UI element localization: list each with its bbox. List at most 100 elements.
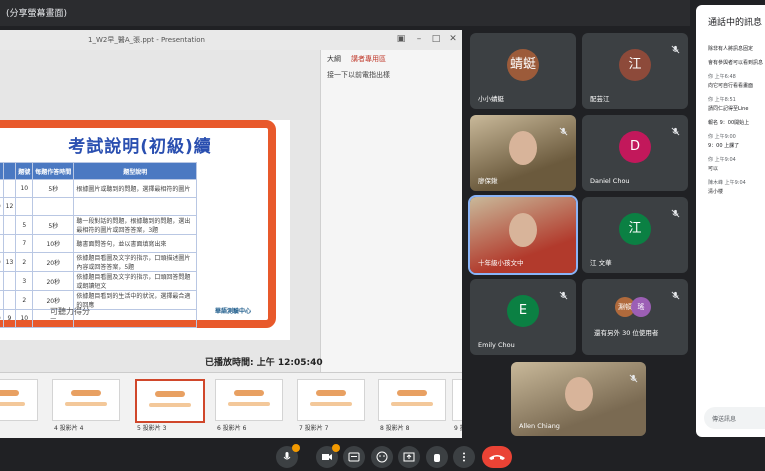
slide-table-cell: 聽一段對話的問題，根據聽到的問題，選出最相符的圖片或回答答案，3題 <box>73 215 198 235</box>
slide-header-cell: 題號 <box>15 162 34 180</box>
thumbnail-graphic <box>71 390 101 396</box>
slide-table-cell: 7 <box>15 234 34 253</box>
minimize-icon[interactable]: – <box>413 33 425 45</box>
participant-avatar: 江 <box>619 213 651 245</box>
slide-thumbnail[interactable] <box>215 379 283 421</box>
participant-tile[interactable]: E Emily Chou <box>470 279 576 355</box>
participant-tile[interactable]: 十年級小孩文中 <box>468 195 578 275</box>
participant-name: 廖保鍬 <box>478 177 498 185</box>
slide-table-cell <box>2 234 17 253</box>
chat-message-header: 你 上午8:51 <box>708 97 736 103</box>
tab-speaker-notes[interactable]: 講者專用區 <box>351 54 386 64</box>
participant-name: 配芸江 <box>590 95 610 103</box>
mic-off-icon <box>559 285 568 300</box>
slide-thumbnail[interactable] <box>52 379 120 421</box>
thumbnail-graphic <box>0 402 25 406</box>
slide-table-cell: 依據題目看到的生活中的狀況，選擇最合適的回應 <box>73 290 198 310</box>
participant-tile[interactable]: 蜻蜓 小小蜻蜓 <box>470 33 576 109</box>
alert-badge <box>292 444 300 452</box>
slide-header-cell <box>2 162 17 180</box>
slide-footer: 可聽力得分 <box>50 307 90 316</box>
slide-thumbnail[interactable] <box>378 379 446 421</box>
participant-avatar: 江 <box>619 49 651 81</box>
chat-message-text: 向它可自行看看畫面 <box>708 83 754 89</box>
slide-table-cell <box>2 179 17 198</box>
thumbnail-graphic <box>310 402 352 406</box>
participant-name: 小小蜻蜓 <box>478 95 504 103</box>
meeting-title-bar: (分享螢幕畫面) <box>0 0 690 26</box>
slide-thumbnail[interactable] <box>135 379 205 423</box>
chat-input[interactable]: 傳送訊息 <box>704 407 765 429</box>
participant-tile[interactable]: D Daniel Chou <box>582 115 688 191</box>
participant-name: 十年級小孩文中 <box>478 259 524 267</box>
participant-tile[interactable]: 淵頓瑤還有另外 30 位使用者 <box>582 279 688 355</box>
more-button[interactable] <box>453 446 475 468</box>
participant-name: 還有另外 30 位使用者 <box>594 329 659 337</box>
slide-table: 題號每題作答時間題型說明105秒根據圖片或聽到的問題，選擇最相符的圖片30125… <box>0 162 198 328</box>
participant-avatar: 瑤 <box>631 297 651 317</box>
slide-table-cell: 10 <box>15 179 34 198</box>
captions-button[interactable] <box>343 446 365 468</box>
emoji-button[interactable] <box>371 446 393 468</box>
chat-message-text: 清小楼 <box>708 189 724 195</box>
slide-table-cell: 5 <box>15 215 34 235</box>
slide-table-cell <box>2 215 17 235</box>
chat-message-text: 會有參與者可以看到訊息 <box>708 60 764 66</box>
current-slide: 考試說明(初級)續 題號 每題作答時間 題型說明 10 5秒 根據圖片或聽到的問題，選擇最… <box>0 120 290 340</box>
slide-thumbnail[interactable] <box>297 379 365 421</box>
participant-tile[interactable]: Allen Chiang <box>511 362 646 436</box>
participant-tile[interactable]: 江配芸江 <box>582 33 688 109</box>
participant-video-figure <box>564 377 593 411</box>
thumbnail-label: 6 投影片 6 <box>217 425 247 432</box>
slide-table-cell <box>73 309 198 328</box>
mic-toggle-button[interactable] <box>276 444 300 468</box>
chat-message-text: 可以 <box>708 166 719 172</box>
slide-thumbnail[interactable] <box>452 379 462 421</box>
camera-toggle-button[interactable] <box>316 444 340 468</box>
chat-message-header: 你 上午9:04 <box>708 157 736 163</box>
slide-table-cell <box>2 290 17 310</box>
mic-off-icon <box>671 285 680 300</box>
thumbnail-graphic <box>397 390 427 396</box>
chat-message-text: 請同仁記得至Line <box>708 106 749 112</box>
slide-table-cell: 3 <box>15 271 34 291</box>
present-button[interactable] <box>398 446 420 468</box>
slide-table-cell: 聽書面問答句，並以書面填寫出來 <box>73 234 198 253</box>
slide-logo: 華語測驗中心 <box>215 308 252 315</box>
chat-message-header: 你 上午6:48 <box>708 74 736 80</box>
chat-title: 通話中的訊息 <box>708 18 763 28</box>
slide-table-cell: 20秒 <box>32 271 75 291</box>
thumbnail-label: 9 投影片 <box>454 425 462 432</box>
thumbnail-graphic <box>155 391 185 397</box>
maximize-icon[interactable]: □ <box>430 33 442 45</box>
slide-table-cell: 10 <box>15 309 34 328</box>
speaker-note-text: 接一下以前電指出樣 <box>327 71 390 79</box>
leave-call-button[interactable] <box>482 446 512 468</box>
thumbnail-label: 8 投影片 8 <box>380 425 410 432</box>
participant-name: Emily Chou <box>478 341 515 349</box>
close-icon[interactable]: ✕ <box>447 33 459 45</box>
notes-panel: 大綱 講者專用區 接一下以前電指出樣 <box>320 50 462 372</box>
restore-icon[interactable]: ▣ <box>395 33 407 45</box>
raise-hand-button[interactable] <box>426 446 448 468</box>
slide-thumbnail[interactable] <box>0 379 38 421</box>
slide-table-cell: 根據圖片或聽到的問題，選擇最相符的圖片 <box>73 179 198 198</box>
participant-tile[interactable]: 江江 文華 <box>582 197 688 273</box>
tab-outline[interactable]: 大綱 <box>327 54 341 64</box>
slide-table-cell: 2 <box>15 290 34 310</box>
slide-table-cell: 5秒 <box>32 179 75 198</box>
thumbnail-label: 4 投影片 4 <box>54 425 84 432</box>
thumbnail-graphic <box>391 402 433 406</box>
slide-table-cell: 20秒 <box>32 252 75 272</box>
slide-table-cell: 5秒 <box>32 215 75 235</box>
participant-tile[interactable]: 廖保鍬 <box>470 115 576 191</box>
thumbnail-graphic <box>0 390 19 396</box>
slide-table-cell <box>15 197 34 216</box>
mic-off-icon <box>671 39 680 54</box>
slide-table-row: 20910— <box>0 309 198 328</box>
participant-avatar: D <box>619 131 651 163</box>
slide-table-row: 5 5秒 聽一段對話的問題，根據聽到的問題，選出最相符的圖片或回答答案，3題 <box>0 215 198 235</box>
chat-panel: 通話中的訊息 除非有人將訊息固定 會有參與者可以看到訊息你 上午6:48 向它可自行… <box>696 5 765 437</box>
slide-table-cell <box>2 271 17 291</box>
alert-badge <box>332 444 340 452</box>
